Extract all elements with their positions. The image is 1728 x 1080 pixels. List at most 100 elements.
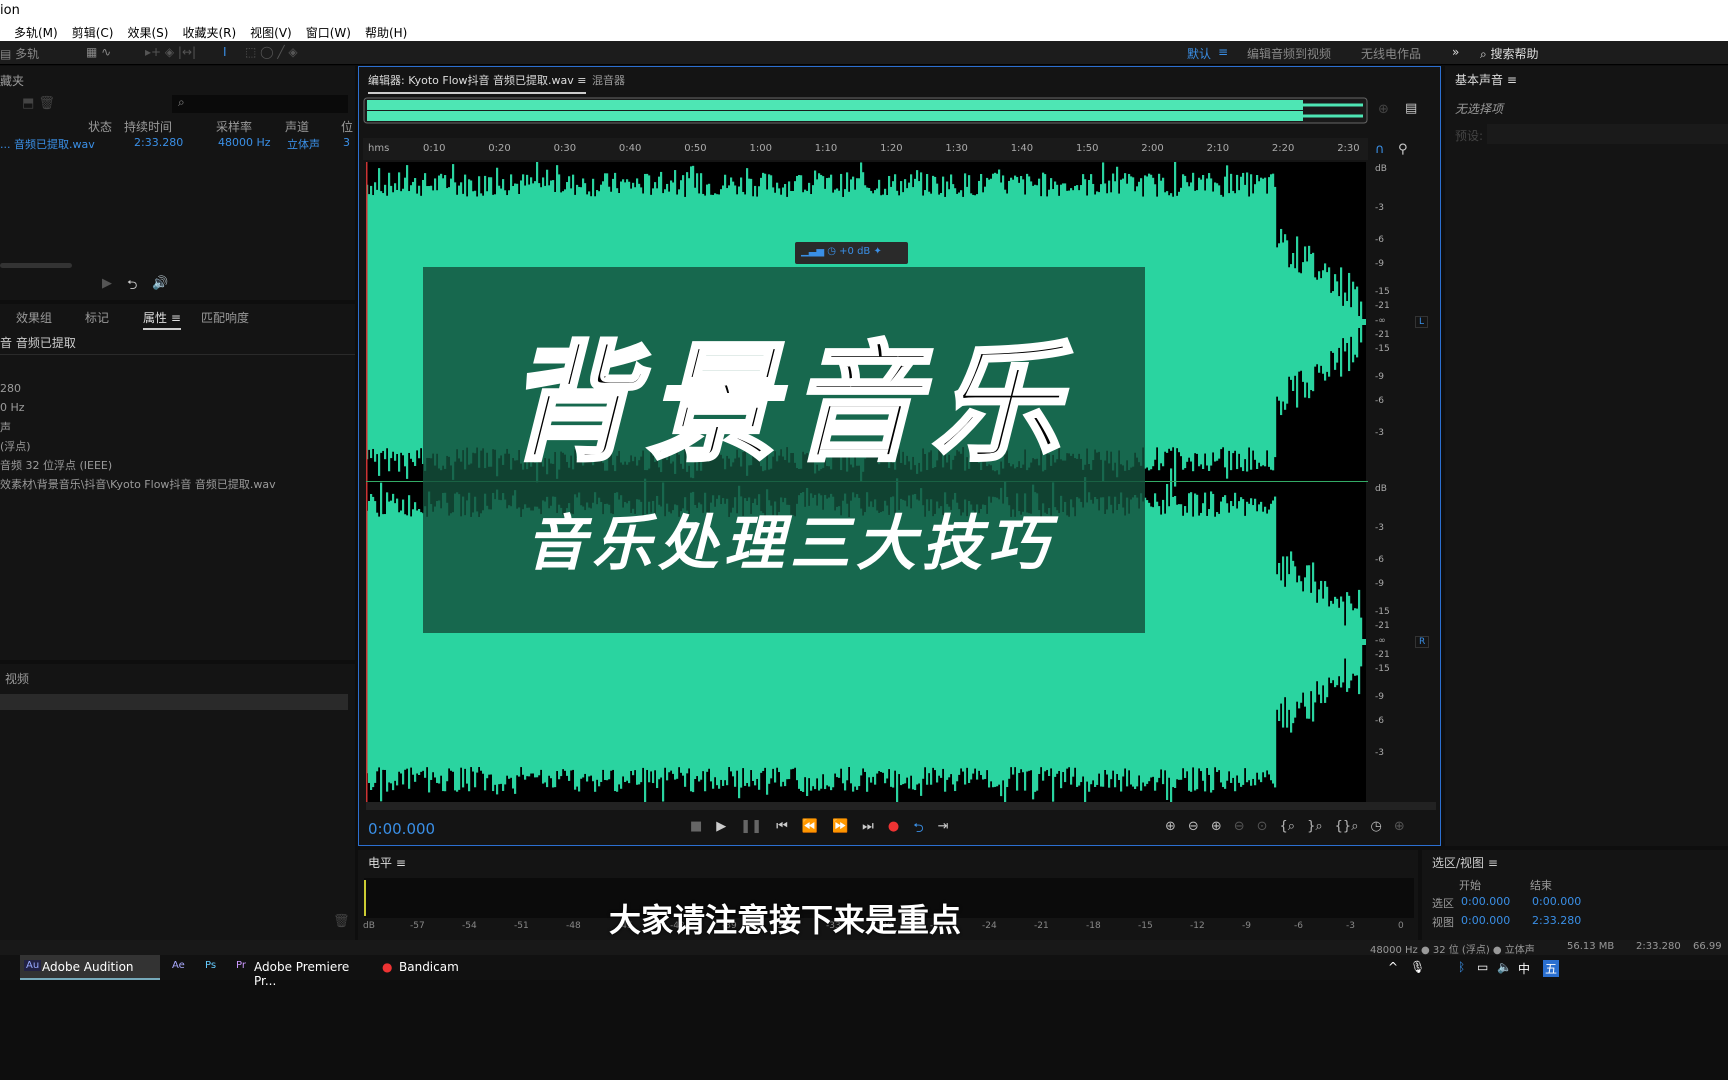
loop-preview-icon[interactable]: ⮌ (127, 276, 137, 298)
skip-selection-icon[interactable]: ⇥ (938, 819, 949, 841)
display-toggle-icon[interactable]: ▤ (1405, 101, 1417, 116)
col-status[interactable]: 状态 (88, 118, 112, 135)
menu-multitrack[interactable]: 多轨(M) (14, 24, 58, 41)
hud-gain-value[interactable]: +0 dB (839, 246, 870, 257)
no-selection-label: 无选择项 (1455, 102, 1504, 116)
zoom-in-point-icon[interactable]: {⌕ (1280, 819, 1296, 834)
files-search-input[interactable]: ⌕ (172, 95, 348, 113)
pause-icon[interactable]: ❚❚ (740, 819, 762, 841)
col-duration[interactable]: 持续时间 (124, 118, 172, 135)
bluetooth-icon[interactable]: ᛒ (1458, 960, 1465, 974)
go-to-start-icon[interactable]: ⏮ (776, 819, 788, 841)
workspace-menu-icon[interactable]: ≡ (1218, 45, 1228, 59)
db-label: -6 (1375, 396, 1384, 406)
tab-editor[interactable]: 编辑器: Kyoto Flow抖音 音频已提取.wav ≡ (368, 72, 587, 94)
record-icon[interactable]: ● (888, 819, 899, 841)
col-channels[interactable]: 声道 (285, 118, 309, 135)
selection-view-tab[interactable]: 选区/视图 ≡ (1432, 854, 1498, 871)
zoom-in-time-icon[interactable]: ⊕ (1211, 819, 1222, 834)
channel-right-toggle[interactable]: R (1415, 636, 1430, 648)
menu-window[interactable]: 窗口(W) (306, 24, 351, 41)
file-row[interactable]: ... 音频已提取.wav 2:33.280 48000 Hz 立体声 3 (0, 136, 355, 152)
tab-effects-rack[interactable]: 效果组 (16, 309, 52, 326)
tab-properties[interactable]: 属性 ≡ (143, 309, 181, 330)
microphone-icon[interactable]: 🎙 (1410, 960, 1425, 974)
waveform-view-icon[interactable]: ▦ ∿ (86, 45, 111, 59)
ime-mode[interactable]: 五 (1543, 960, 1560, 977)
zoom-reset-icon[interactable]: ◷ (1370, 819, 1381, 834)
multitrack-button[interactable]: ▤ 多轨 (0, 45, 39, 62)
channel-left-toggle[interactable]: L (1415, 316, 1429, 328)
end-header: 结束 (1530, 879, 1552, 892)
photoshop-icon[interactable]: Ps (205, 960, 216, 971)
autoplay-icon[interactable]: 🔊 (152, 276, 168, 291)
time-selection-tool-icon[interactable]: I (223, 45, 227, 59)
pin-icon[interactable]: ⚲ (1398, 142, 1408, 157)
horizontal-scrollbar[interactable] (366, 802, 1436, 810)
zoom-navigator-icon[interactable]: ⊕ (1378, 102, 1389, 117)
zoom-selection-icon[interactable]: ⊙ (1257, 819, 1268, 834)
volume-icon[interactable]: 🔈 (1497, 960, 1512, 974)
tab-mixer[interactable]: 混音器 (592, 72, 625, 88)
trash-icon[interactable]: 🗑 (333, 914, 350, 929)
play-icon[interactable]: ▶ (716, 819, 726, 841)
app-title: ion (0, 3, 20, 18)
prop-channels: 声 (0, 421, 11, 434)
video-panel: 视频 🗑 (0, 664, 355, 940)
loop-icon[interactable]: ⮌ (913, 819, 923, 841)
menu-effects[interactable]: 效果(S) (127, 24, 168, 41)
files-scrollbar[interactable] (0, 263, 72, 268)
zoom-out-point-icon[interactable]: }⌕ (1307, 819, 1323, 834)
rewind-icon[interactable]: ⏪ (802, 819, 818, 841)
play-preview-icon[interactable]: ▶ (102, 276, 112, 291)
taskbar: Au Adobe Audition Ae Ps Pr Adobe Premiere … (0, 955, 1728, 988)
menu-favorites[interactable]: 收藏夹(R) (182, 24, 236, 41)
zoom-out-full-icon[interactable]: ⊖ (1234, 819, 1245, 834)
tab-match-loudness[interactable]: 匹配响度 (201, 309, 249, 326)
preset-select[interactable] (1487, 124, 1728, 144)
current-time[interactable]: 0:00.000 (368, 820, 435, 838)
view-end[interactable]: 2:33.280 (1532, 914, 1581, 927)
stop-icon[interactable]: ■ (690, 819, 702, 841)
selection-tools-icon[interactable]: ⬚ ◯ ╱ ◈ (245, 45, 298, 59)
zoom-in-amplitude-icon[interactable]: ⊕ (1165, 819, 1176, 834)
selection-end[interactable]: 0:00.000 (1532, 895, 1581, 908)
tray-expand-icon[interactable]: ^ (1388, 960, 1398, 974)
col-bits[interactable]: 位 (341, 118, 353, 135)
playhead[interactable] (366, 162, 368, 802)
import-icon[interactable]: ⬒ 🗑 (22, 96, 55, 111)
workspace-default[interactable]: 默认 (1187, 45, 1211, 62)
menu-view[interactable]: 视图(V) (250, 24, 292, 41)
after-effects-icon[interactable]: Ae (172, 960, 185, 971)
essential-sound-tab[interactable]: 基本声音 ≡ (1455, 71, 1517, 88)
video-panel-title: 视频 (5, 672, 30, 686)
col-samplerate[interactable]: 采样率 (216, 118, 252, 135)
edit-tools-icon[interactable]: ▸+ ◈ |↔| (145, 45, 196, 59)
more-workspaces[interactable]: » (1452, 45, 1459, 59)
workspace-edit-video[interactable]: 编辑音频到视频 (1247, 45, 1331, 62)
zoom-tracks-icon[interactable]: ⊕ (1394, 819, 1405, 834)
ime-indicator[interactable]: 中 (1518, 960, 1530, 977)
zoom-both-icon[interactable]: {}⌕ (1335, 819, 1359, 834)
view-start[interactable]: 0:00.000 (1461, 914, 1510, 927)
selection-view-title: 选区/视图 (1432, 856, 1485, 870)
go-to-end-icon[interactable]: ⏭ (862, 819, 874, 841)
taskbar-bandicam[interactable]: ● Bandicam (378, 955, 518, 980)
search-help[interactable]: ⌕ 搜索帮助 (1480, 45, 1539, 62)
fast-forward-icon[interactable]: ⏩ (832, 819, 848, 841)
snap-icon[interactable]: ∩ (1375, 142, 1385, 157)
audition-icon: Au (24, 960, 42, 971)
overview-navigator[interactable] (363, 97, 1369, 125)
taskbar-premiere[interactable]: Pr Adobe Premiere Pr... (232, 955, 372, 988)
workspace-radio[interactable]: 无线电作品 (1361, 45, 1421, 62)
tab-markers[interactable]: 标记 (85, 309, 109, 326)
taskbar-audition[interactable]: Au Adobe Audition (20, 955, 160, 980)
menu-help[interactable]: 帮助(H) (365, 24, 407, 41)
selection-start[interactable]: 0:00.000 (1461, 895, 1510, 908)
menu-clip[interactable]: 剪辑(C) (72, 24, 114, 41)
levels-tab[interactable]: 电平 ≡ (368, 854, 406, 871)
zoom-out-amplitude-icon[interactable]: ⊖ (1188, 819, 1199, 834)
network-icon[interactable]: ▭ (1477, 960, 1488, 974)
hud-gain[interactable]: ▁▃▅ ◷ +0 dB ✦ (795, 242, 908, 264)
db-label: -15 (1375, 664, 1390, 674)
